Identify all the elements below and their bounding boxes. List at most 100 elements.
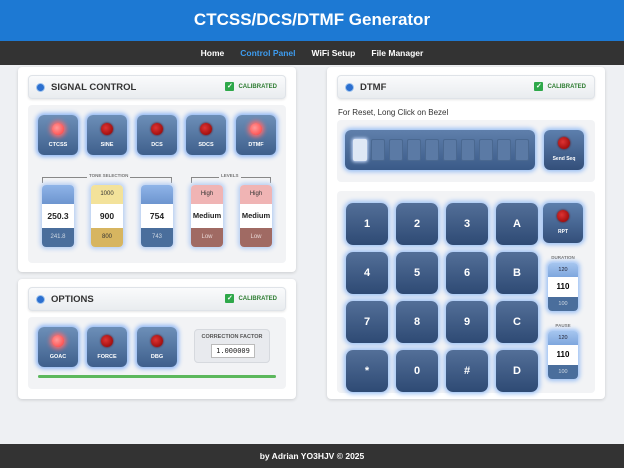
correction-factor-input[interactable]: 1.000009 (211, 344, 255, 358)
pause-label: PAUSE (555, 323, 571, 328)
dtmf-key-7[interactable]: 7 (346, 301, 388, 343)
led-icon (557, 210, 569, 222)
sequence-slot (425, 139, 439, 161)
level-selector-2[interactable]: High Medium Low (240, 185, 272, 247)
selector-up[interactable] (42, 185, 74, 204)
nav-home[interactable]: Home (201, 48, 225, 58)
sequence-bezel[interactable] (345, 130, 535, 170)
dtmf-key-c[interactable]: C (496, 301, 538, 343)
dtmf-header: DTMF ✓ CALIBRATED (337, 75, 595, 99)
section-dot-icon (37, 296, 44, 303)
selector-down[interactable]: 100 (548, 297, 578, 311)
sequence-slot (389, 139, 403, 161)
sequence-slot (479, 139, 493, 161)
correction-factor-label: CORRECTION FACTOR (201, 334, 263, 340)
dtmf-key-b[interactable]: B (496, 252, 538, 294)
selector-down[interactable]: 800 (91, 228, 123, 247)
options-title: OPTIONS (51, 294, 94, 305)
sine-tone-selector[interactable]: 1000 900 800 (91, 185, 123, 247)
selector-down[interactable]: Low (191, 228, 223, 247)
dtmf-mode-label: DTMF (248, 142, 264, 148)
ctcss-tone-selector[interactable]: 250.3 241.8 (42, 185, 74, 247)
check-icon: ✓ (225, 294, 235, 303)
selector-value: 250.3 (42, 204, 74, 228)
calibrated-label: CALIBRATED (238, 295, 277, 302)
dcs-button[interactable]: DCS (137, 115, 177, 155)
sequence-slot (443, 139, 457, 161)
footer-text: by Adrian YO3HJV © 2025 (259, 451, 365, 461)
check-icon: ✓ (534, 82, 544, 91)
send-seq-button[interactable]: Send Seq (544, 130, 584, 170)
goac-label: GOAC (49, 354, 67, 360)
options-panel: OPTIONS ✓ CALIBRATED GOAC FORCE DBG CORR… (18, 279, 296, 399)
selector-up[interactable]: 120 (548, 263, 578, 277)
dtmf-key-star[interactable]: * (346, 350, 388, 392)
correction-factor-box: CORRECTION FACTOR 1.000009 (194, 329, 270, 363)
led-icon (101, 335, 113, 347)
sdcs-button[interactable]: SDCS (186, 115, 226, 155)
selector-down[interactable]: 100 (548, 365, 578, 379)
selector-up[interactable]: 1000 (91, 185, 123, 204)
dtmf-key-a[interactable]: A (496, 203, 538, 245)
app-header: CTCSS/DCS/DTMF Generator (0, 0, 624, 41)
rpt-button[interactable]: RPT (543, 203, 583, 243)
calibrated-indicator: ✓ CALIBRATED (225, 82, 277, 91)
signal-control-title: SIGNAL CONTROL (51, 82, 137, 93)
selector-up[interactable]: High (191, 185, 223, 204)
sequence-slot (353, 139, 367, 161)
led-icon (558, 137, 570, 149)
pause-selector[interactable]: 120 110 100 (548, 331, 578, 379)
sequence-slot (371, 139, 385, 161)
section-dot-icon (37, 84, 44, 91)
sequence-slot (497, 139, 511, 161)
goac-button[interactable]: GOAC (38, 327, 78, 367)
calibrated-label: CALIBRATED (547, 83, 586, 90)
duration-selector[interactable]: 120 110 100 (548, 263, 578, 311)
calibrated-indicator: ✓ CALIBRATED (225, 294, 277, 303)
sequence-slot (461, 139, 475, 161)
dcs-code-selector[interactable]: 754 743 (141, 185, 173, 247)
dtmf-key-3[interactable]: 3 (446, 203, 488, 245)
nav-file-manager[interactable]: File Manager (371, 48, 423, 58)
dtmf-key-d[interactable]: D (496, 350, 538, 392)
signal-control-panel: SIGNAL CONTROL ✓ CALIBRATED CTCSS SINE D… (18, 67, 296, 272)
nav-control-panel[interactable]: Control Panel (240, 48, 295, 58)
sdcs-label: SDCS (198, 142, 214, 148)
selector-value: Medium (240, 204, 272, 228)
dtmf-key-6[interactable]: 6 (446, 252, 488, 294)
rpt-label: RPT (558, 229, 568, 235)
dtmf-mode-button[interactable]: DTMF (236, 115, 276, 155)
calibrated-indicator: ✓ CALIBRATED (534, 82, 586, 91)
selector-down[interactable]: 241.8 (42, 228, 74, 247)
selector-value: 754 (141, 204, 173, 228)
selector-down[interactable]: 743 (141, 228, 173, 247)
led-icon (151, 123, 163, 135)
dtmf-key-2[interactable]: 2 (396, 203, 438, 245)
ctcss-button[interactable]: CTCSS (38, 115, 78, 155)
selector-up[interactable]: 120 (548, 331, 578, 345)
dtmf-key-9[interactable]: 9 (446, 301, 488, 343)
led-icon (200, 123, 212, 135)
dtmf-key-8[interactable]: 8 (396, 301, 438, 343)
sine-button[interactable]: SINE (87, 115, 127, 155)
selector-value: 110 (548, 345, 578, 365)
force-button[interactable]: FORCE (87, 327, 127, 367)
level-selector-1[interactable]: High Medium Low (191, 185, 223, 247)
top-nav: Home Control Panel WiFi Setup File Manag… (0, 41, 624, 65)
selector-value: 110 (548, 277, 578, 297)
signal-control-header: SIGNAL CONTROL ✓ CALIBRATED (28, 75, 286, 99)
dbg-label: DBG (150, 354, 164, 360)
dtmf-key-hash[interactable]: # (446, 350, 488, 392)
led-icon (250, 123, 262, 135)
selector-up[interactable] (141, 185, 173, 204)
led-icon (101, 123, 113, 135)
dtmf-key-4[interactable]: 4 (346, 252, 388, 294)
dtmf-key-0[interactable]: 0 (396, 350, 438, 392)
dtmf-key-5[interactable]: 5 (396, 252, 438, 294)
selector-up[interactable]: High (240, 185, 272, 204)
dbg-button[interactable]: DBG (137, 327, 177, 367)
check-icon: ✓ (225, 82, 235, 91)
selector-down[interactable]: Low (240, 228, 272, 247)
dtmf-key-1[interactable]: 1 (346, 203, 388, 245)
nav-wifi-setup[interactable]: WiFi Setup (312, 48, 356, 58)
